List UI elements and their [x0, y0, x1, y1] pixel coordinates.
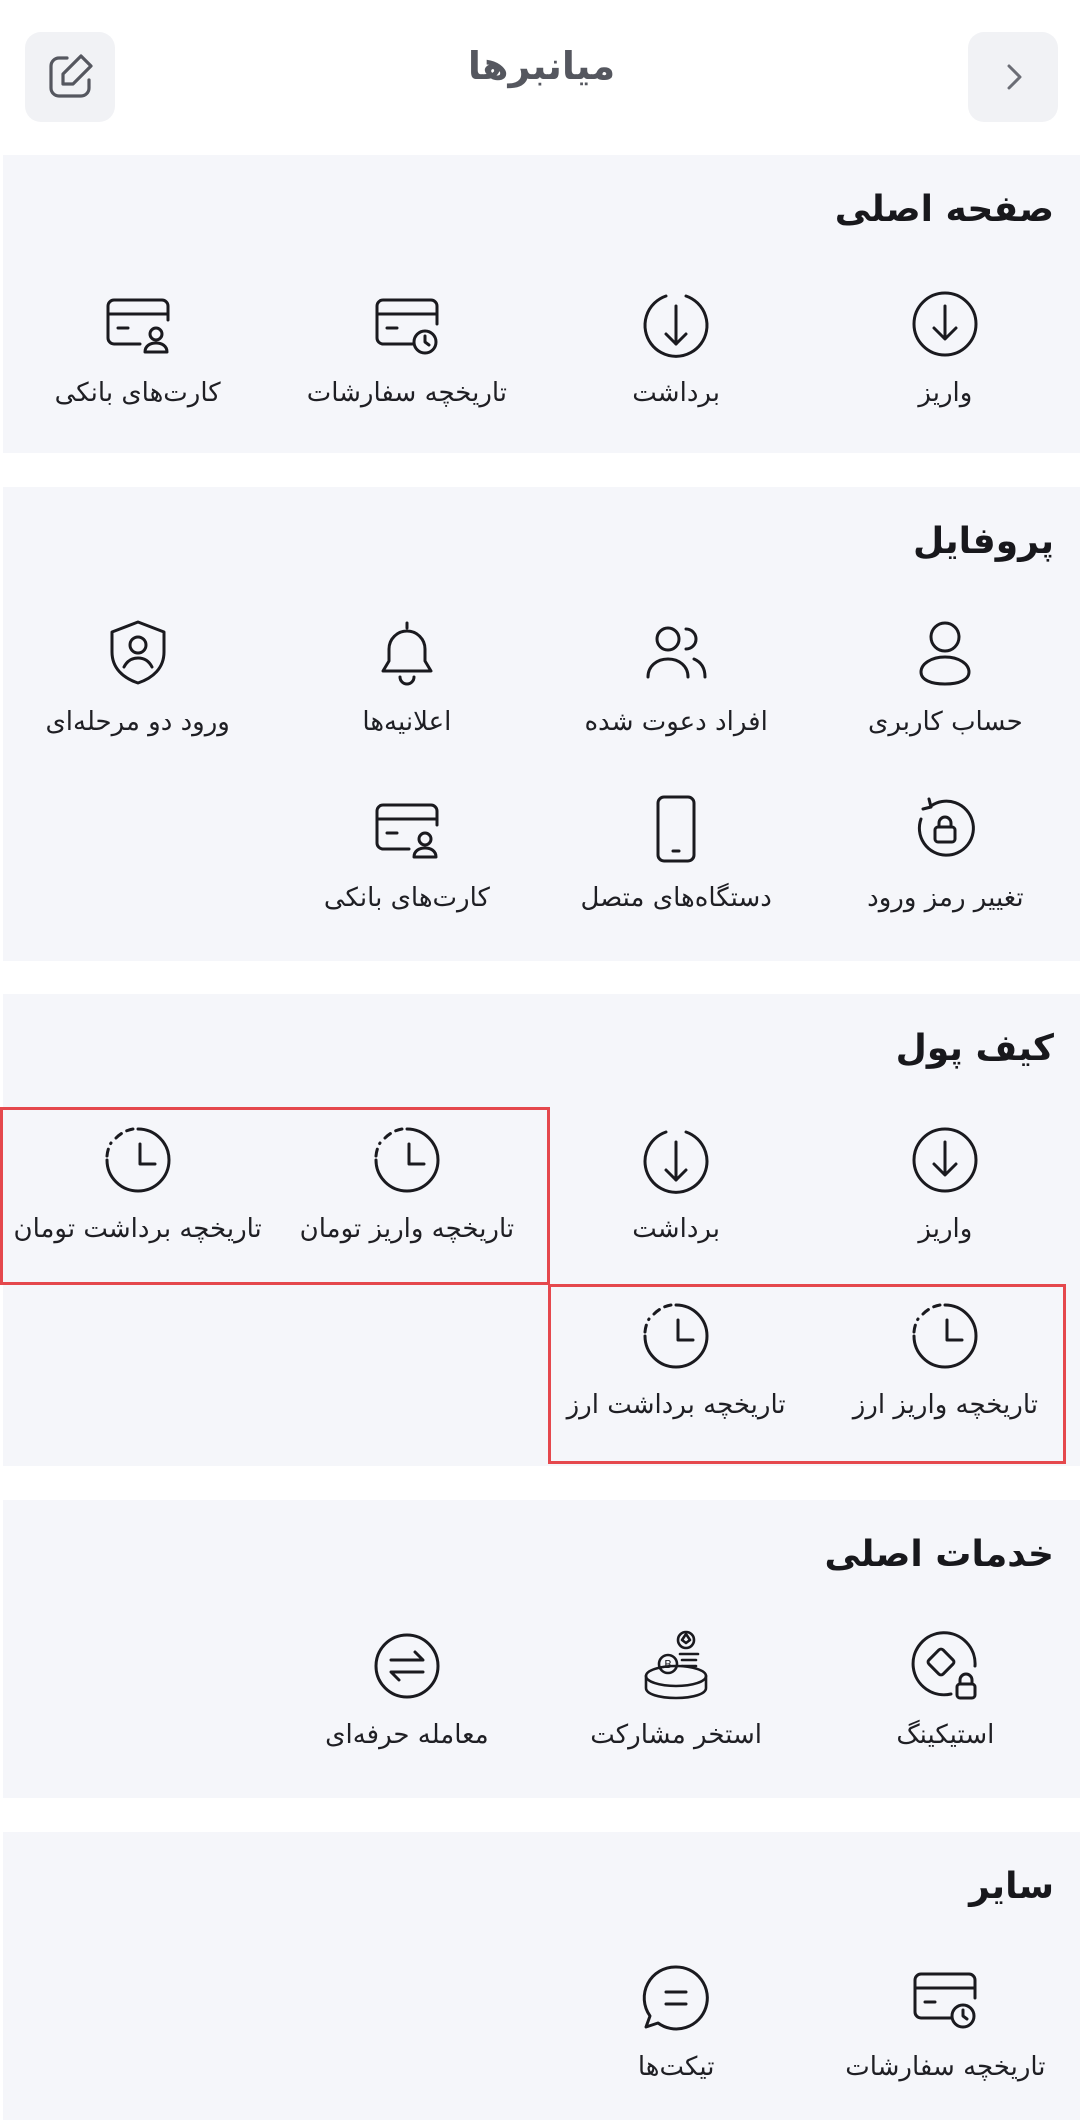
section-title: سایر: [969, 1866, 1054, 1907]
section-wallet: کیف پول واریز برداشت تاریخچه واریز تومان…: [3, 994, 1080, 1466]
users-icon: [636, 613, 716, 693]
shortcut-label: معامله حرفه‌ای: [325, 1720, 489, 1750]
shortcut-label: برداشت: [632, 1214, 720, 1244]
shortcut-label: حساب کاربری: [868, 707, 1023, 737]
section-main-services: خدمات اصلی استیکینگ B استخر مشارکت معامل…: [3, 1500, 1080, 1798]
back-button[interactable]: [968, 32, 1058, 122]
bell-icon: [367, 613, 447, 693]
shortcut-label: کارت‌های بانکی: [54, 378, 221, 408]
shortcut-label: واریز: [918, 1214, 973, 1244]
shortcut-label: تاریخچه واریز ارز: [852, 1390, 1038, 1420]
shortcut-label: تاریخچه سفارشات: [306, 378, 508, 408]
section-title: کیف پول: [895, 1028, 1054, 1069]
shortcut-two-factor[interactable]: ورود دو مرحله‌ای: [3, 599, 272, 775]
mobile-icon: [636, 789, 716, 869]
shortcut-pro-trade[interactable]: معامله حرفه‌ای: [272, 1612, 541, 1788]
shortcut-label: دستگاه‌های متصل: [580, 883, 772, 913]
shortcut-bank-cards[interactable]: کارت‌های بانکی: [3, 270, 272, 446]
shortcut-order-history[interactable]: تاریخچه سفارشات: [272, 270, 541, 446]
section-title: صفحه اصلی: [834, 189, 1054, 230]
shortcut-crypto-withdraw-history[interactable]: تاریخچه برداشت ارز: [542, 1282, 811, 1458]
shortcut-label: اعلانیه‌ها: [362, 707, 452, 737]
shortcut-label: کارت‌های بانکی: [323, 883, 490, 913]
section-home: صفحه اصلی واریز برداشت تاریخچه سفارشات ک…: [3, 155, 1080, 453]
shortcut-toman-deposit-history[interactable]: تاریخچه واریز تومان: [272, 1106, 541, 1282]
shortcut-toman-withdraw-history[interactable]: تاریخچه برداشت تومان: [3, 1106, 272, 1282]
clock-icon: [367, 1120, 447, 1200]
withdraw-icon: [636, 1120, 716, 1200]
section-profile: پروفایل حساب کاربری افراد دعوت شده اعلان…: [3, 487, 1080, 961]
top-bar: میانبرها: [0, 0, 1083, 155]
withdraw-icon: [636, 284, 716, 364]
deposit-icon: [905, 284, 985, 364]
shortcut-user-account[interactable]: حساب کاربری: [811, 599, 1080, 775]
shortcut-crypto-deposit-history[interactable]: تاریخچه واریز ارز: [811, 1282, 1080, 1458]
order-history-icon: [367, 284, 447, 364]
shortcut-connected-devices[interactable]: دستگاه‌های متصل: [542, 775, 811, 951]
shortcut-bank-cards[interactable]: کارت‌های بانکی: [272, 775, 541, 951]
shortcut-label: تاریخچه برداشت ارز: [566, 1390, 786, 1420]
user-icon: [905, 613, 985, 693]
deposit-icon: [905, 1120, 985, 1200]
section-title: خدمات اصلی: [824, 1534, 1055, 1575]
shortcut-liquidity-pool[interactable]: B استخر مشارکت: [542, 1612, 811, 1788]
shortcut-label: تاریخچه سفارشات: [845, 2052, 1046, 2082]
shortcut-order-history[interactable]: تاریخچه سفارشات: [811, 1944, 1080, 2120]
shortcut-label: ورود دو مرحله‌ای: [45, 707, 230, 737]
svg-text:B: B: [664, 1658, 672, 1671]
clock-icon: [636, 1296, 716, 1376]
bank-card-icon: [367, 789, 447, 869]
shortcut-deposit[interactable]: واریز: [811, 1106, 1080, 1282]
shortcut-label: تغییر رمز ورود: [867, 883, 1024, 913]
section-title: پروفایل: [912, 521, 1054, 562]
shortcut-withdraw[interactable]: برداشت: [542, 270, 811, 446]
bank-card-icon: [98, 284, 178, 364]
page-title: میانبرها: [467, 44, 616, 88]
section-other: سایر تاریخچه سفارشات تیکت‌ها: [3, 1832, 1080, 2120]
chat-icon: [636, 1958, 716, 2038]
shortcut-deposit[interactable]: واریز: [811, 270, 1080, 446]
exchange-icon: [367, 1626, 447, 1706]
chevron-right-icon: [1007, 64, 1022, 90]
shortcut-change-password[interactable]: تغییر رمز ورود: [811, 775, 1080, 951]
shortcut-withdraw[interactable]: برداشت: [542, 1106, 811, 1282]
pool-icon: B: [636, 1626, 716, 1706]
shortcut-label: استیکینگ: [896, 1720, 995, 1750]
shortcut-label: واریز: [918, 378, 973, 408]
shortcut-label: برداشت: [632, 378, 720, 408]
shortcut-tickets[interactable]: تیکت‌ها: [542, 1944, 811, 2120]
shortcut-invited-users[interactable]: افراد دعوت شده: [542, 599, 811, 775]
shortcut-label: تاریخچه واریز تومان: [299, 1214, 515, 1244]
staking-icon: [905, 1626, 985, 1706]
shortcut-label: تاریخچه برداشت تومان: [13, 1214, 262, 1244]
clock-icon: [905, 1296, 985, 1376]
shortcut-notifications[interactable]: اعلانیه‌ها: [272, 599, 541, 775]
shortcut-staking[interactable]: استیکینگ: [811, 1612, 1080, 1788]
shortcut-label: تیکت‌ها: [637, 2052, 715, 2082]
clock-icon: [98, 1120, 178, 1200]
order-history-icon: [905, 1958, 985, 2038]
shortcut-label: افراد دعوت شده: [584, 707, 768, 737]
shield-user-icon: [98, 613, 178, 693]
shortcut-label: استخر مشارکت: [590, 1720, 763, 1750]
lock-rotate-icon: [905, 789, 985, 869]
